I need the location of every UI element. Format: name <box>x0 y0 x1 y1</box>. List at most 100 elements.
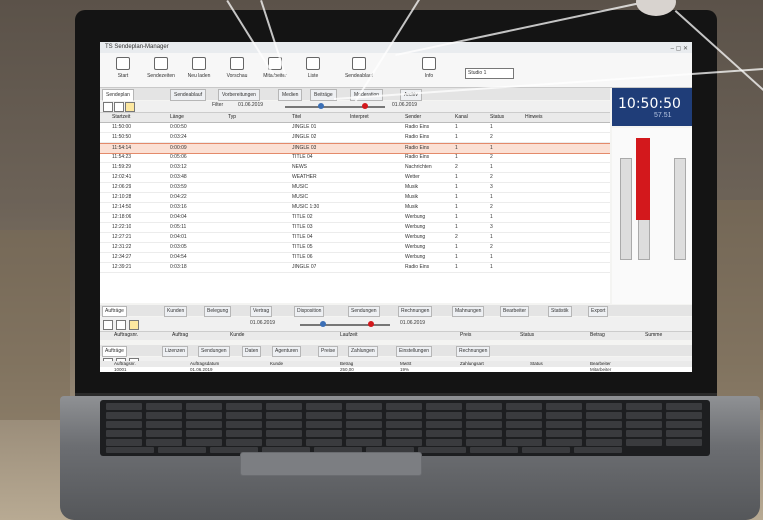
column-header[interactable]: Auftragsnr. <box>114 332 138 338</box>
tab-auftraege[interactable]: Aufträge <box>102 346 127 357</box>
tab-sendungen[interactable]: Sendungen <box>198 346 230 357</box>
column-header[interactable]: Typ <box>228 113 236 122</box>
column-header[interactable]: Laufzeit <box>340 332 358 338</box>
tab-daten[interactable]: Daten <box>242 346 262 357</box>
ribbon-button[interactable]: Info <box>412 56 446 84</box>
table-row[interactable]: 12:27:21 0:04:01 TITLE 04 Werbung 2 1 <box>100 233 610 243</box>
tab-sendungen[interactable]: Sendungen <box>348 306 380 317</box>
keyboard-key <box>506 430 542 437</box>
slider-knob-blue[interactable] <box>320 321 326 327</box>
ribbon-label: Info <box>424 73 434 79</box>
tab-sendeplan[interactable]: Sendeplan <box>102 89 134 101</box>
column-header[interactable]: Interpret <box>350 113 369 122</box>
column-header[interactable]: Auftrag <box>172 332 188 338</box>
column-header[interactable]: Sender <box>405 113 421 122</box>
range-start[interactable]: 01.06.2019 <box>238 102 263 108</box>
keyboard-key <box>186 403 222 410</box>
table-row[interactable]: 11:50:00 0:00:50 JINGLE 01 Radio Eins 1 1 <box>100 123 610 133</box>
ribbon-button[interactable]: Neu laden <box>182 56 216 84</box>
tab-bearbeiter[interactable]: Bearbeiter <box>500 306 530 317</box>
time-slider[interactable] <box>285 106 385 108</box>
tab-rechnungen[interactable]: Rechnungen <box>456 346 491 357</box>
keyboard-key <box>626 430 662 437</box>
table-row[interactable]: 12:10:28 0:04:22 MUSIC Musik 1 1 <box>100 193 610 203</box>
column-header[interactable]: Betrag <box>590 332 605 338</box>
table-cell: TITLE 05 <box>292 244 313 250</box>
range-start[interactable]: 01.06.2019 <box>250 320 275 326</box>
range-end[interactable]: 01.06.2019 <box>400 320 425 326</box>
tab-preise[interactable]: Preise <box>318 346 339 357</box>
tab-vorbereitungen[interactable]: Vorbereitungen <box>218 89 260 101</box>
column-header[interactable]: Startzeit <box>112 113 130 122</box>
column-header[interactable]: Kanal <box>455 113 468 122</box>
table-row[interactable]: 12:06:29 0:03:59 MUSIC Musik 1 3 <box>100 183 610 193</box>
keyboard-key <box>586 439 622 446</box>
grid-icon[interactable] <box>103 320 113 330</box>
ribbon-button[interactable]: Start <box>106 56 140 84</box>
tab-kunden[interactable]: Kunden <box>164 306 188 317</box>
grid-icon[interactable] <box>103 102 113 112</box>
keyboard-key <box>386 412 422 419</box>
table-cell: 12:06:29 <box>112 184 132 190</box>
table-row[interactable]: 12:02:41 0:03:48 WEATHER Wetter 1 2 <box>100 173 610 183</box>
list-icon[interactable] <box>116 320 126 330</box>
tab-statistik[interactable]: Statistik <box>548 306 572 317</box>
column-header[interactable]: Hinweis <box>525 113 543 122</box>
table-row[interactable]: 12:22:10 0:05:11 TITLE 03 Werbung 1 3 <box>100 223 610 233</box>
tab-agenturen[interactable]: Agenturen <box>272 346 302 357</box>
studio-dropdown[interactable]: Studio 1 <box>465 68 514 79</box>
column-header[interactable]: Preis <box>460 332 471 338</box>
slider-knob-red[interactable] <box>368 321 374 327</box>
keyboard-key <box>626 403 662 410</box>
time-slider[interactable] <box>300 324 390 326</box>
column-header[interactable]: Status <box>520 332 534 338</box>
tab-auftraege[interactable]: Aufträge <box>102 306 127 317</box>
table-row[interactable]: 12:18:06 0:04:04 TITLE 02 Werbung 1 1 <box>100 213 610 223</box>
ribbon-button[interactable]: Sendezeiten <box>144 56 178 84</box>
tab-disposition[interactable]: Disposition <box>294 306 325 317</box>
table-row[interactable]: 10001 01.06.2019 250,00 19% Mitarbeiter <box>100 367 692 372</box>
tab-mahnungen[interactable]: Mahnungen <box>452 306 485 317</box>
table-row[interactable]: 12:34:27 0:04:54 TITLE 06 Werbung 1 1 <box>100 253 610 263</box>
column-header[interactable]: Länge <box>170 113 184 122</box>
ribbon-button[interactable]: Liste <box>296 56 330 84</box>
list-icon[interactable] <box>114 102 124 112</box>
tab-export[interactable]: Export <box>588 306 609 317</box>
table-row[interactable]: 12:31:22 0:03:05 TITLE 05 Werbung 1 2 <box>100 243 610 253</box>
column-header[interactable]: Status <box>490 113 504 122</box>
folder-icon[interactable] <box>125 102 135 112</box>
tab-medien[interactable]: Medien <box>278 89 303 101</box>
table-cell: MUSIC <box>292 184 309 190</box>
table-cell: TITLE 04 <box>292 154 313 160</box>
column-header[interactable]: Summe <box>645 332 662 338</box>
column-header[interactable]: Kunde <box>230 332 244 338</box>
ribbon-button[interactable]: Vorschau <box>220 56 254 84</box>
table-row[interactable]: 12:39:21 0:03:18 JINGLE 07 Radio Eins 1 1 <box>100 263 610 273</box>
table-row[interactable]: 11:54:23 0:05:06 TITLE 04 Radio Eins 1 2 <box>100 153 610 163</box>
tab-lizenzen[interactable]: Lizenzen <box>162 346 189 357</box>
slider-knob-blue[interactable] <box>318 103 324 109</box>
table-row[interactable]: 11:50:50 0:03:24 JINGLE 02 Radio Eins 1 2 <box>100 133 610 143</box>
table-cell: 12:10:28 <box>112 194 132 200</box>
cell: Mitarbeiter <box>590 367 612 372</box>
tab-belegung[interactable]: Belegung <box>204 306 232 317</box>
range-end[interactable]: 01.06.2019 <box>392 102 417 108</box>
table-cell: 1 <box>455 134 458 140</box>
folder-icon[interactable] <box>129 320 139 330</box>
tab-zahlungen[interactable]: Zahlungen <box>348 346 378 357</box>
table-row[interactable]: 12:14:50 0:03:16 MUSIC 1:30 Musik 1 2 <box>100 203 610 213</box>
tab-beitraege[interactable]: Beiträge <box>310 89 337 101</box>
table-cell: Musik <box>405 194 419 200</box>
slider-knob-red[interactable] <box>362 103 368 109</box>
tab-rechnungen[interactable]: Rechnungen <box>398 306 433 317</box>
keyboard-key <box>426 403 462 410</box>
meter-channel <box>620 158 632 260</box>
tab-einstellungen[interactable]: Einstellungen <box>396 346 433 357</box>
keyboard-key <box>346 403 382 410</box>
tab-sendeablauf[interactable]: Sendeablauf <box>170 89 207 101</box>
ribbon-button[interactable]: Sendeablauf <box>334 56 384 84</box>
tab-vertrag[interactable]: Vertrag <box>250 306 273 317</box>
table-row[interactable]: 11:59:29 0:03:12 NEWS Nachrichten 2 1 <box>100 163 610 173</box>
background-shelf <box>0 230 70 420</box>
column-header[interactable]: Titel <box>292 113 301 122</box>
